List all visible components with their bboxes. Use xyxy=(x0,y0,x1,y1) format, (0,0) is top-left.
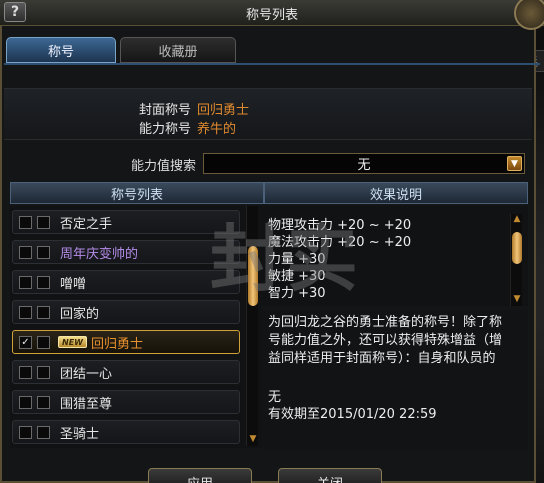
window-title: 称号列表 xyxy=(245,8,298,23)
title-list-item-label: 回归勇士 xyxy=(90,336,143,352)
effect-description-panel: 为回归龙之谷的勇士准备的称号！除了称号能力值之外，还可以获得特殊增益（增益同样适… xyxy=(262,310,528,450)
title-list-item[interactable]: ✓ NEW 回归勇士 xyxy=(12,330,240,354)
title-list-item-label: 圣骑士 xyxy=(60,426,100,442)
title-list: ▼ 否定之手周年庆变帅的 噌噌回家的 ✓ NEW 回归勇士团结一心围猎至尊圣骑士 xyxy=(10,206,262,448)
ability-title-checkbox[interactable] xyxy=(19,275,32,289)
title-list-item-label: 回家的 xyxy=(60,306,100,322)
scroll-down-icon[interactable]: ▼ xyxy=(511,294,523,304)
effect-scroll-thumb[interactable] xyxy=(512,232,522,264)
ability-title-checkbox[interactable] xyxy=(19,425,32,439)
tab-bar: 称号 收藏册 xyxy=(6,37,236,63)
cover-title-checkbox[interactable] xyxy=(37,245,50,259)
ability-title-row: 能力称号 养牛的 xyxy=(4,118,304,137)
corner-ornament-icon xyxy=(514,0,544,30)
cover-title-panel: 封面称号 回归勇士 能力称号 养牛的 xyxy=(4,88,532,140)
scroll-up-icon[interactable]: ▲ xyxy=(511,214,523,224)
cover-title-checkbox[interactable] xyxy=(37,275,50,289)
title-list-item-label: 周年庆变帅的 xyxy=(60,246,139,262)
chevron-down-icon[interactable]: ▼ xyxy=(507,156,522,171)
cover-title-checkbox[interactable] xyxy=(37,365,50,379)
title-list-header: 称号列表 xyxy=(10,182,264,204)
new-badge: NEW xyxy=(58,336,87,348)
ability-title-label: 能力称号 xyxy=(138,122,191,137)
title-list-item[interactable]: 噌噌 xyxy=(12,270,240,294)
title-list-item-label: 噌噌 xyxy=(60,276,87,292)
title-list-item[interactable]: 团结一心 xyxy=(12,360,240,384)
cover-title-checkbox[interactable] xyxy=(37,425,50,439)
title-list-item[interactable]: 圣骑士 xyxy=(12,420,240,444)
ability-title-checkbox[interactable] xyxy=(19,215,32,229)
title-list-scroll-thumb[interactable] xyxy=(248,246,258,306)
title-list-scrollbar[interactable]: ▼ xyxy=(246,206,258,446)
effect-description-text: 为回归龙之谷的勇士准备的称号！除了称号能力值之外，还可以获得特殊增益（增益同样适… xyxy=(268,315,503,366)
cover-title-checkbox[interactable] xyxy=(37,305,50,319)
cover-title-checkbox[interactable] xyxy=(37,395,50,409)
title-list-item-label: 否定之手 xyxy=(60,216,113,232)
tab-titles[interactable]: 称号 xyxy=(6,37,116,63)
expiry-date: 有效期至2015/01/20 22:59 xyxy=(268,407,437,422)
cover-title-checkbox[interactable] xyxy=(37,335,50,349)
ability-search-value: 无 xyxy=(357,158,371,173)
tab-collection[interactable]: 收藏册 xyxy=(120,37,236,63)
close-button[interactable]: 关闭 xyxy=(278,468,382,483)
ability-search-select[interactable]: 无 ▼ xyxy=(203,153,525,174)
title-list-item[interactable]: 回家的 xyxy=(12,300,240,324)
tab-divider xyxy=(4,63,540,65)
ability-title-checkbox[interactable]: ✓ xyxy=(19,335,32,349)
cover-title-value: 回归勇士 xyxy=(197,103,250,118)
ability-title-checkbox[interactable] xyxy=(19,395,32,409)
title-list-item[interactable]: 周年庆变帅的 xyxy=(12,240,240,264)
cover-title-checkbox[interactable] xyxy=(37,215,50,229)
scroll-down-icon[interactable]: ▼ xyxy=(247,434,259,444)
cover-title-row: 封面称号 回归勇士 xyxy=(4,99,304,118)
window-titlebar[interactable]: ? 称号列表 xyxy=(0,0,544,30)
title-list-item[interactable]: 否定之手 xyxy=(12,210,240,234)
ability-title-checkbox[interactable] xyxy=(19,245,32,259)
effect-description-header: 效果说明 xyxy=(264,182,528,204)
effect-stats-panel: ▲ ▼ 物理攻击力 +20 ~ +20 魔法攻击力 +20 ~ +20 力量 +30… xyxy=(262,206,528,306)
title-list-item[interactable]: 围猎至尊 xyxy=(12,390,240,414)
ability-title-checkbox[interactable] xyxy=(19,305,32,319)
ability-search-label: 能力值搜索 xyxy=(130,159,196,174)
effect-scrollbar[interactable]: ▲ ▼ xyxy=(510,214,522,306)
title-list-item-label: 团结一心 xyxy=(60,366,113,382)
title-list-item-label: 围猎至尊 xyxy=(60,396,113,412)
effect-stat-line: 智力 +30 xyxy=(268,286,326,301)
ability-title-value: 养牛的 xyxy=(197,122,237,137)
apply-button[interactable]: 应用 xyxy=(148,468,252,483)
ability-title-checkbox[interactable] xyxy=(19,365,32,379)
cover-title-label: 封面称号 xyxy=(138,103,191,118)
